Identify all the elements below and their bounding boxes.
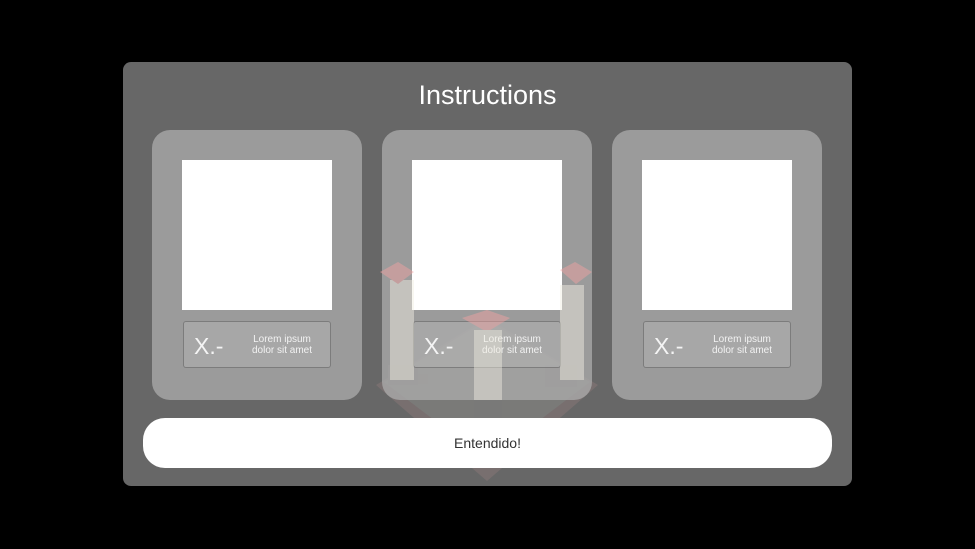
confirm-button[interactable]: Entendido! (143, 418, 832, 468)
instruction-text-3: Lorem ipsum dolor sit amet (711, 334, 773, 356)
instruction-image-3 (642, 160, 792, 310)
instruction-number-2: X.- (424, 333, 454, 359)
instruction-number-1: X.- (194, 333, 224, 359)
instruction-card-3: X.- Lorem ipsum dolor sit amet (612, 130, 822, 400)
instruction-number-3: X.- (654, 333, 684, 359)
instruction-text-1: Lorem ipsum dolor sit amet (251, 334, 313, 356)
instruction-text-2: Lorem ipsum dolor sit amet (481, 334, 543, 356)
instruction-image-1 (182, 160, 332, 310)
instruction-caption-1: X.- Lorem ipsum dolor sit amet (183, 321, 331, 368)
instruction-caption-2: X.- Lorem ipsum dolor sit amet (413, 321, 561, 368)
panel-title: Instructions (418, 80, 557, 110)
instruction-caption-3: X.- Lorem ipsum dolor sit amet (643, 321, 791, 368)
instruction-image-2 (412, 160, 562, 310)
instruction-card-2: X.- Lorem ipsum dolor sit amet (382, 130, 592, 400)
instruction-card-1: X.- Lorem ipsum dolor sit amet (152, 130, 362, 400)
instructions-panel: Instructions X.- Lorem ipsum dolor sit a… (123, 62, 852, 486)
game-screen: Instructions X.- Lorem ipsum dolor sit a… (0, 0, 975, 549)
